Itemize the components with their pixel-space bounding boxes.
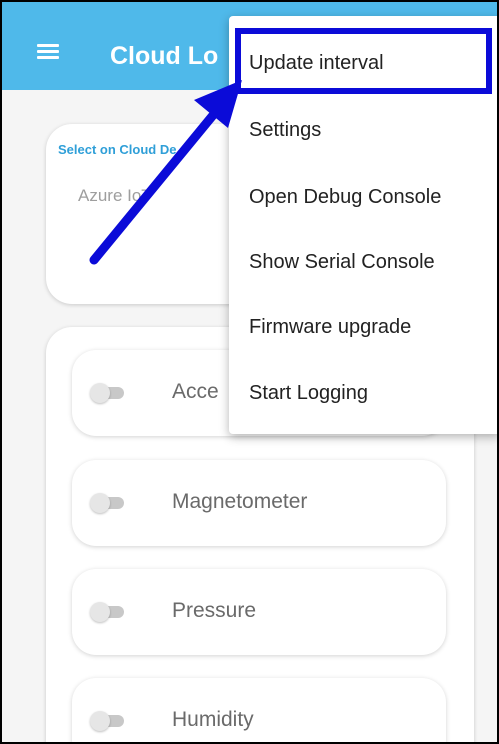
app-screen: Cloud Lo Select on Cloud De Azure IoT Ac… xyxy=(0,0,499,744)
annotation-arrow-icon xyxy=(89,80,242,265)
